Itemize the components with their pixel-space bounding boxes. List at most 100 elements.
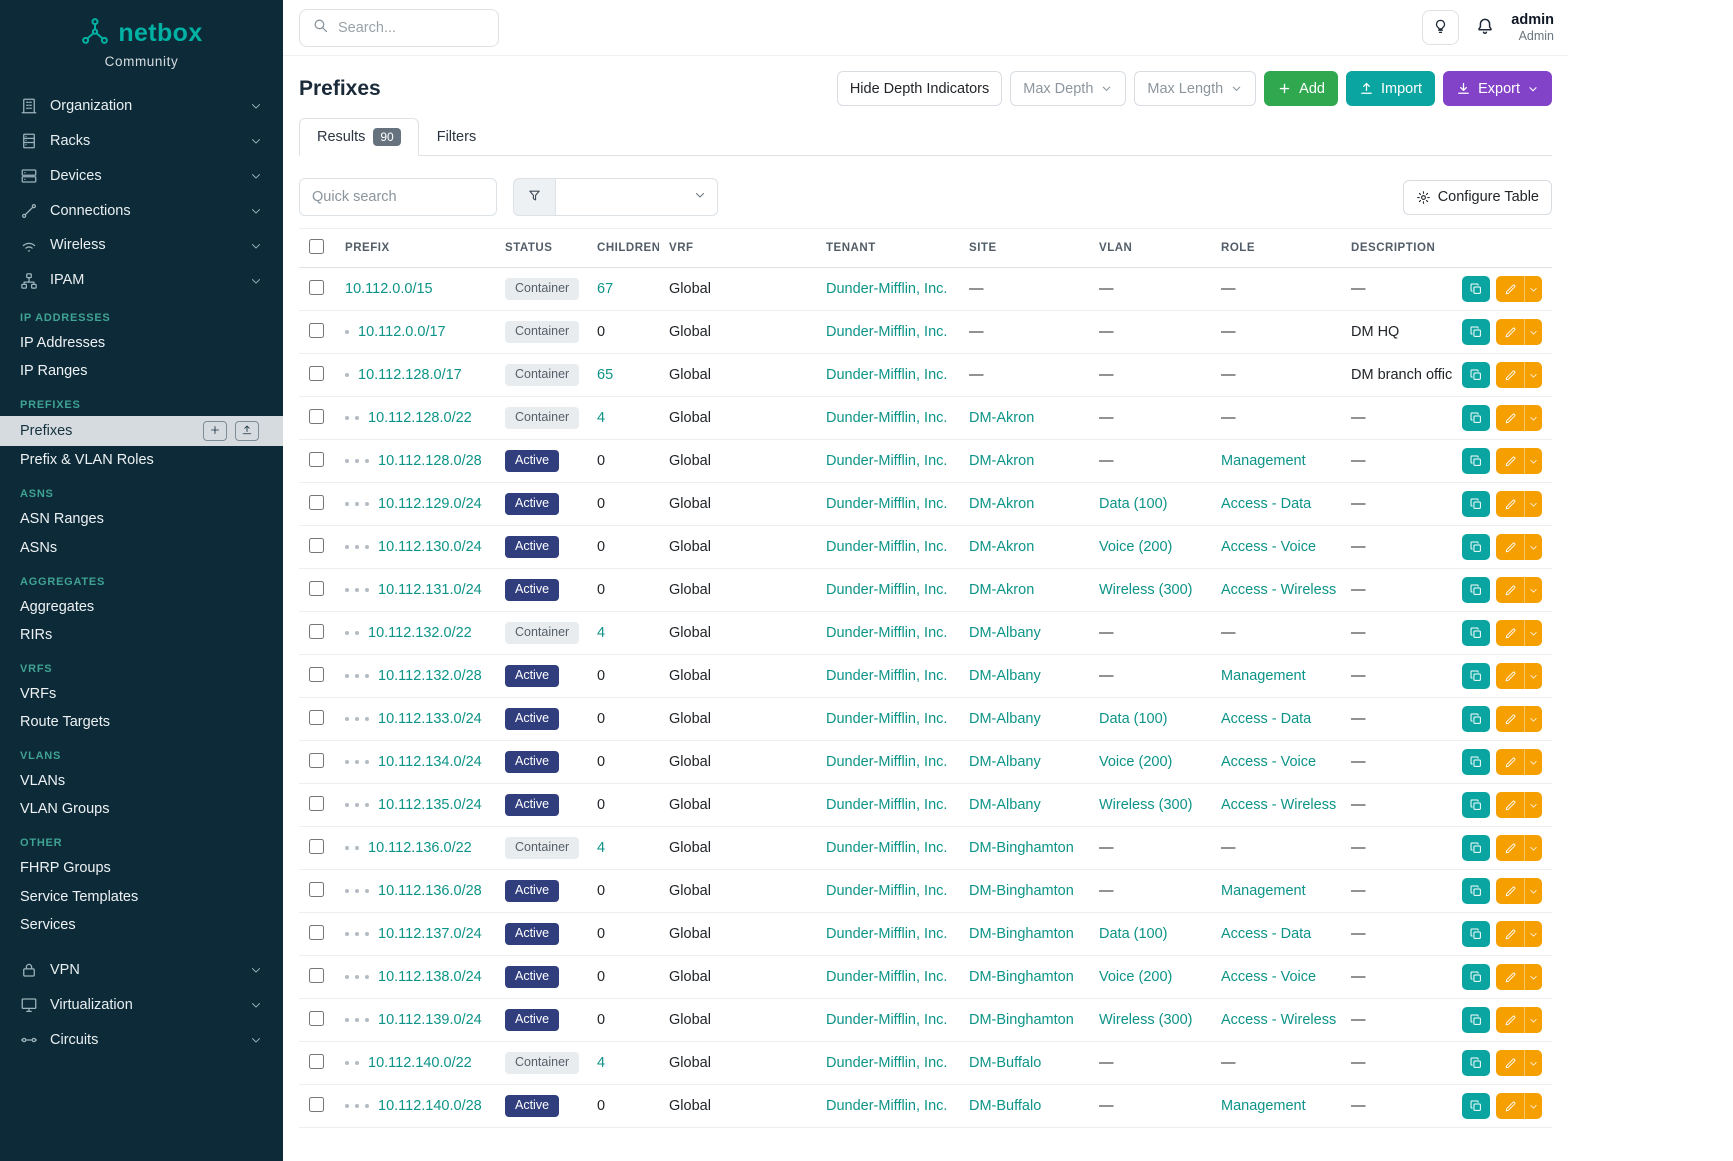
sidebar-item-ip-addresses[interactable]: IP Addresses [0, 329, 283, 357]
sidebar-item-organization[interactable]: Organization [0, 89, 283, 124]
edit-dropdown-toggle[interactable] [1524, 577, 1542, 603]
user-menu[interactable]: admin Admin [1511, 11, 1554, 45]
role-link[interactable]: Access - Voice [1221, 539, 1316, 555]
tenant-link[interactable]: Dunder-Mifflin, Inc. [826, 496, 947, 512]
row-checkbox[interactable] [309, 366, 324, 381]
clone-button[interactable] [1462, 663, 1490, 689]
role-link[interactable]: Access - Voice [1221, 754, 1316, 770]
prefix-link[interactable]: 10.112.132.0/28 [378, 668, 482, 684]
filter-select[interactable] [556, 178, 718, 216]
prefix-link[interactable]: 10.112.139.0/24 [378, 1012, 482, 1028]
row-checkbox[interactable] [309, 280, 324, 295]
site-link[interactable]: DM-Albany [969, 711, 1041, 727]
sidebar-item-vpn[interactable]: VPN [0, 953, 283, 988]
clone-button[interactable] [1462, 577, 1490, 603]
row-checkbox[interactable] [309, 624, 324, 639]
prefix-link[interactable]: 10.112.131.0/24 [378, 582, 482, 598]
edit-dropdown-toggle[interactable] [1524, 964, 1542, 990]
edit-button[interactable] [1496, 663, 1524, 689]
quick-import-button[interactable] [235, 421, 259, 441]
role-link[interactable]: Management [1221, 1098, 1306, 1114]
edit-button[interactable] [1496, 1050, 1524, 1076]
tenant-link[interactable]: Dunder-Mifflin, Inc. [826, 625, 947, 641]
global-search[interactable] [299, 9, 499, 47]
clone-button[interactable] [1462, 1007, 1490, 1033]
tenant-link[interactable]: Dunder-Mifflin, Inc. [826, 539, 947, 555]
edit-dropdown-toggle[interactable] [1524, 663, 1542, 689]
clone-button[interactable] [1462, 964, 1490, 990]
role-link[interactable]: Management [1221, 668, 1306, 684]
hide-depth-indicators-button[interactable]: Hide Depth Indicators [837, 71, 1002, 106]
sidebar-item-devices[interactable]: Devices [0, 159, 283, 194]
edit-button[interactable] [1496, 964, 1524, 990]
sidebar-item-connections[interactable]: Connections [0, 194, 283, 229]
site-link[interactable]: DM-Binghamton [969, 840, 1074, 856]
quick-search-input[interactable] [299, 178, 497, 216]
edit-dropdown-toggle[interactable] [1524, 620, 1542, 646]
tab-filters[interactable]: Filters [419, 118, 494, 156]
tab-results[interactable]: Results 90 [299, 118, 419, 156]
sidebar-item-fhrp-groups[interactable]: FHRP Groups [0, 854, 283, 882]
filter-button[interactable] [513, 178, 556, 216]
edit-button[interactable] [1496, 319, 1524, 345]
edit-button[interactable] [1496, 405, 1524, 431]
tenant-link[interactable]: Dunder-Mifflin, Inc. [826, 969, 947, 985]
role-link[interactable]: Access - Data [1221, 496, 1311, 512]
edit-dropdown-toggle[interactable] [1524, 706, 1542, 732]
edit-button[interactable] [1496, 534, 1524, 560]
tenant-link[interactable]: Dunder-Mifflin, Inc. [826, 668, 947, 684]
tenant-link[interactable]: Dunder-Mifflin, Inc. [826, 797, 947, 813]
role-link[interactable]: Management [1221, 883, 1306, 899]
edit-button[interactable] [1496, 835, 1524, 861]
tenant-link[interactable]: Dunder-Mifflin, Inc. [826, 883, 947, 899]
edit-dropdown-toggle[interactable] [1524, 792, 1542, 818]
tenant-link[interactable]: Dunder-Mifflin, Inc. [826, 582, 947, 598]
children-count-link[interactable]: 4 [597, 625, 605, 641]
import-button[interactable]: Import [1346, 71, 1435, 106]
edit-dropdown-toggle[interactable] [1524, 491, 1542, 517]
role-link[interactable]: Access - Data [1221, 926, 1311, 942]
site-link[interactable]: DM-Akron [969, 453, 1034, 469]
prefix-link[interactable]: 10.112.128.0/28 [378, 453, 482, 469]
prefix-link[interactable]: 10.112.140.0/22 [368, 1055, 472, 1071]
prefix-link[interactable]: 10.112.138.0/24 [378, 969, 482, 985]
max-depth-dropdown[interactable]: Max Depth [1010, 71, 1126, 106]
vlan-link[interactable]: Voice (200) [1099, 539, 1172, 555]
clone-button[interactable] [1462, 276, 1490, 302]
site-link[interactable]: DM-Binghamton [969, 883, 1074, 899]
clone-button[interactable] [1462, 534, 1490, 560]
edit-button[interactable] [1496, 1093, 1524, 1119]
site-link[interactable]: DM-Binghamton [969, 926, 1074, 942]
site-link[interactable]: DM-Akron [969, 496, 1034, 512]
clone-button[interactable] [1462, 620, 1490, 646]
tenant-link[interactable]: Dunder-Mifflin, Inc. [826, 840, 947, 856]
vlan-link[interactable]: Wireless (300) [1099, 797, 1192, 813]
row-checkbox[interactable] [309, 710, 324, 725]
role-link[interactable]: Management [1221, 453, 1306, 469]
sidebar-item-vlans[interactable]: VLANs [0, 767, 283, 795]
edit-button[interactable] [1496, 448, 1524, 474]
row-checkbox[interactable] [309, 452, 324, 467]
edit-dropdown-toggle[interactable] [1524, 1007, 1542, 1033]
tenant-link[interactable]: Dunder-Mifflin, Inc. [826, 926, 947, 942]
edit-dropdown-toggle[interactable] [1524, 878, 1542, 904]
clone-button[interactable] [1462, 491, 1490, 517]
row-checkbox[interactable] [309, 1011, 324, 1026]
site-link[interactable]: DM-Albany [969, 668, 1041, 684]
edit-button[interactable] [1496, 276, 1524, 302]
prefix-link[interactable]: 10.112.129.0/24 [378, 496, 482, 512]
role-link[interactable]: Access - Data [1221, 711, 1311, 727]
select-all-checkbox[interactable] [309, 239, 324, 254]
row-checkbox[interactable] [309, 796, 324, 811]
sidebar-item-prefix-vlan-roles[interactable]: Prefix & VLAN Roles [0, 446, 283, 474]
tenant-link[interactable]: Dunder-Mifflin, Inc. [826, 367, 947, 383]
prefix-link[interactable]: 10.112.137.0/24 [378, 926, 482, 942]
vlan-link[interactable]: Data (100) [1099, 496, 1168, 512]
sidebar-item-services[interactable]: Services [0, 911, 283, 939]
netbox-logo[interactable]: netbox Community [0, 0, 283, 77]
site-link[interactable]: DM-Buffalo [969, 1098, 1041, 1114]
prefix-link[interactable]: 10.112.136.0/28 [378, 883, 482, 899]
prefix-link[interactable]: 10.112.0.0/15 [345, 281, 433, 297]
notifications-button[interactable] [1475, 16, 1495, 39]
clone-button[interactable] [1462, 792, 1490, 818]
